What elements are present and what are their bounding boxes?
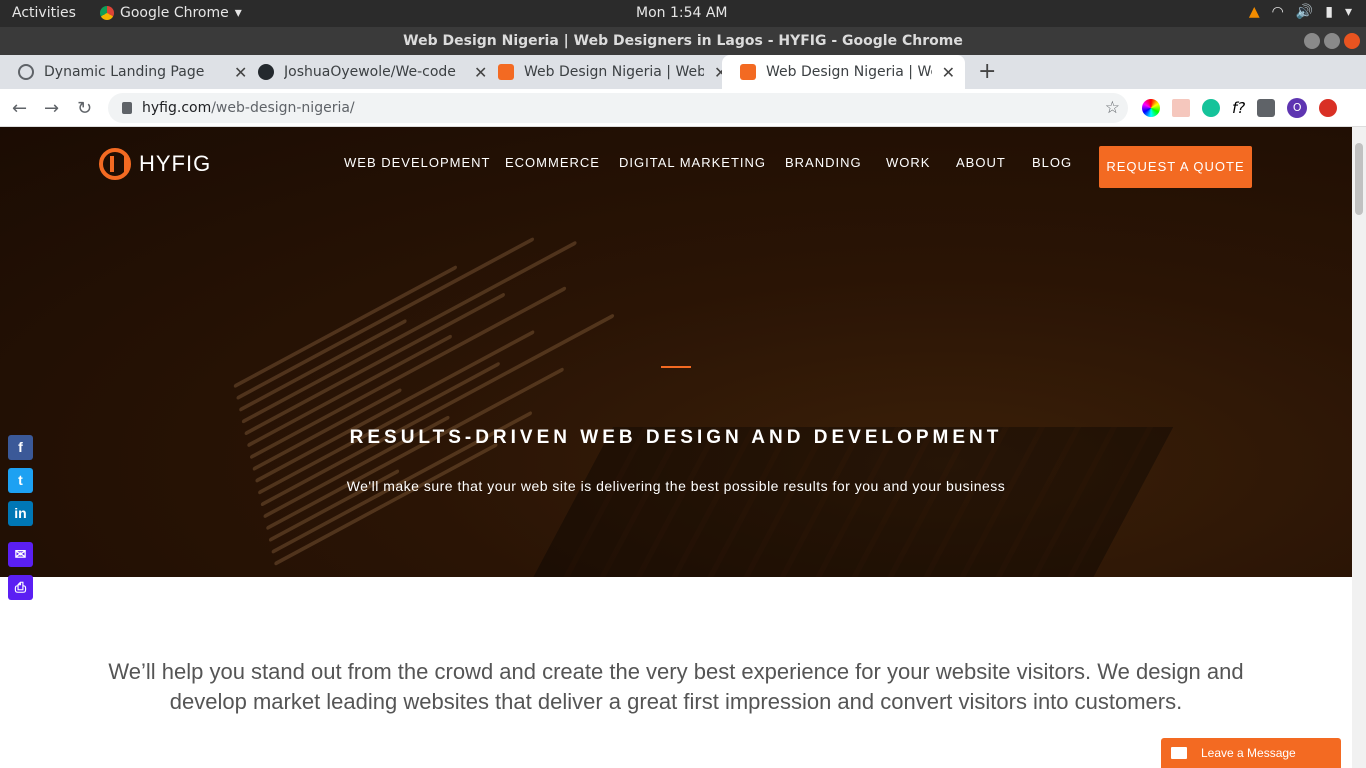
tab-dynamic-landing-page[interactable]: Dynamic Landing Page ✕	[0, 55, 257, 89]
new-tab-button[interactable]: +	[978, 59, 996, 84]
vlc-icon[interactable]: ▲	[1249, 4, 1260, 20]
nav-work[interactable]: WORK	[886, 155, 930, 170]
nav-blog[interactable]: BLOG	[1032, 155, 1072, 170]
volume-icon: 🔊	[1295, 4, 1314, 20]
calendar-extension-icon[interactable]	[1172, 99, 1190, 117]
linkedin-share-button[interactable]: in	[8, 501, 33, 526]
hyfig-logo-icon	[99, 148, 131, 180]
hero-subtitle: We'll make sure that your web site is de…	[346, 478, 1006, 494]
email-share-button[interactable]: ✉	[8, 542, 33, 567]
app-name: Google Chrome	[120, 5, 229, 21]
url-domain: hyfig.com	[142, 100, 212, 116]
extensions-puzzle-icon[interactable]	[1257, 99, 1276, 117]
tab-label: Dynamic Landing Page	[44, 64, 205, 80]
hero-title: RESULTS-DRIVEN WEB DESIGN AND DEVELOPMEN…	[349, 427, 1003, 448]
os-top-bar: Activities Google Chrome ▾ Mon 1:54 AM ▲…	[0, 0, 1366, 27]
intro-paragraph: We’ll help you stand out from the crowd …	[108, 659, 1244, 714]
nav-ecommerce[interactable]: ECOMMERCE	[505, 155, 600, 170]
page-scrollbar[interactable]	[1352, 127, 1366, 768]
nav-web-development[interactable]: WEB DEVELOPMENT	[344, 155, 490, 170]
address-bar[interactable]: hyfig.com/web-design-nigeria/ ☆	[108, 93, 1128, 123]
tab-label: Web Design Nigeria | Web	[524, 64, 704, 80]
profile-avatar[interactable]: O	[1287, 98, 1308, 118]
lock-icon[interactable]	[122, 102, 132, 114]
logo-text: HYFIG	[139, 151, 212, 176]
tab-github[interactable]: JoshuaOyewole/We-code ✕	[240, 55, 497, 89]
linkedin-icon: in	[14, 505, 27, 521]
print-share-button[interactable]: ⎙	[8, 575, 33, 600]
tab-label: Web Design Nigeria | Web	[766, 64, 932, 80]
keyboard-background	[506, 427, 1174, 577]
grammarly-extension-icon[interactable]	[1202, 99, 1220, 117]
close-window-button[interactable]	[1344, 33, 1360, 49]
nav-about[interactable]: ABOUT	[956, 155, 1006, 170]
formula-extension-icon[interactable]: f?	[1232, 99, 1245, 117]
globe-icon	[18, 64, 34, 80]
window-controls	[1304, 33, 1360, 49]
facebook-icon: f	[18, 439, 23, 455]
minimize-button[interactable]	[1304, 33, 1320, 49]
color-picker-extension-icon[interactable]	[1142, 99, 1160, 117]
reload-icon[interactable]: ↻	[77, 98, 92, 119]
close-tab-icon[interactable]: ✕	[942, 63, 955, 82]
url-path: /web-design-nigeria/	[211, 100, 355, 116]
wifi-icon: ◠	[1271, 4, 1284, 20]
print-icon: ⎙	[14, 579, 27, 595]
maximize-button[interactable]	[1324, 33, 1340, 49]
twitter-icon: t	[18, 472, 23, 488]
tab-label: JoshuaOyewole/We-code	[284, 64, 456, 80]
leave-message-widget[interactable]: Leave a Message	[1161, 738, 1341, 768]
facebook-share-button[interactable]: f	[8, 435, 33, 460]
request-quote-button[interactable]: REQUEST A QUOTE	[1099, 146, 1252, 188]
twitter-share-button[interactable]: t	[8, 468, 33, 493]
accent-divider	[661, 366, 691, 368]
window-title: Web Design Nigeria | Web Designers in La…	[0, 27, 1366, 55]
chevron-down-icon: ▾	[1344, 4, 1352, 20]
forward-icon[interactable]: →	[44, 98, 59, 119]
app-menu[interactable]: Google Chrome ▾	[100, 5, 242, 21]
back-icon[interactable]: ←	[12, 98, 27, 119]
hyfig-favicon	[740, 64, 756, 80]
tab-hyfig-1[interactable]: Web Design Nigeria | Web ✕	[480, 55, 737, 89]
chrome-icon	[100, 6, 114, 20]
github-icon	[258, 64, 274, 80]
clock[interactable]: Mon 1:54 AM	[636, 5, 728, 21]
extensions-area: f? O	[1142, 98, 1338, 118]
scrollbar-thumb[interactable]	[1355, 143, 1363, 215]
envelope-icon	[1171, 747, 1187, 759]
update-icon[interactable]	[1319, 99, 1338, 117]
bookmark-star-icon[interactable]: ☆	[1105, 93, 1120, 123]
nav-branding[interactable]: BRANDING	[785, 155, 862, 170]
chevron-down-icon: ▾	[234, 5, 242, 21]
toolbar: ← → ↻ hyfig.com/web-design-nigeria/ ☆ f?…	[0, 89, 1366, 127]
tab-hyfig-active[interactable]: Web Design Nigeria | Web ✕	[722, 55, 965, 89]
hero-section	[0, 127, 1352, 577]
system-tray[interactable]: ▲ ◠ 🔊 ▮ ▾	[1249, 4, 1352, 20]
chat-label: Leave a Message	[1201, 746, 1296, 760]
hyfig-favicon	[498, 64, 514, 80]
email-icon: ✉	[14, 546, 27, 562]
tab-strip: Dynamic Landing Page ✕ JoshuaOyewole/We-…	[0, 55, 1366, 89]
battery-icon: ▮	[1325, 4, 1333, 20]
site-logo[interactable]: HYFIG	[99, 148, 211, 180]
activities-button[interactable]: Activities	[12, 5, 76, 21]
nav-digital-marketing[interactable]: DIGITAL MARKETING	[619, 155, 766, 170]
